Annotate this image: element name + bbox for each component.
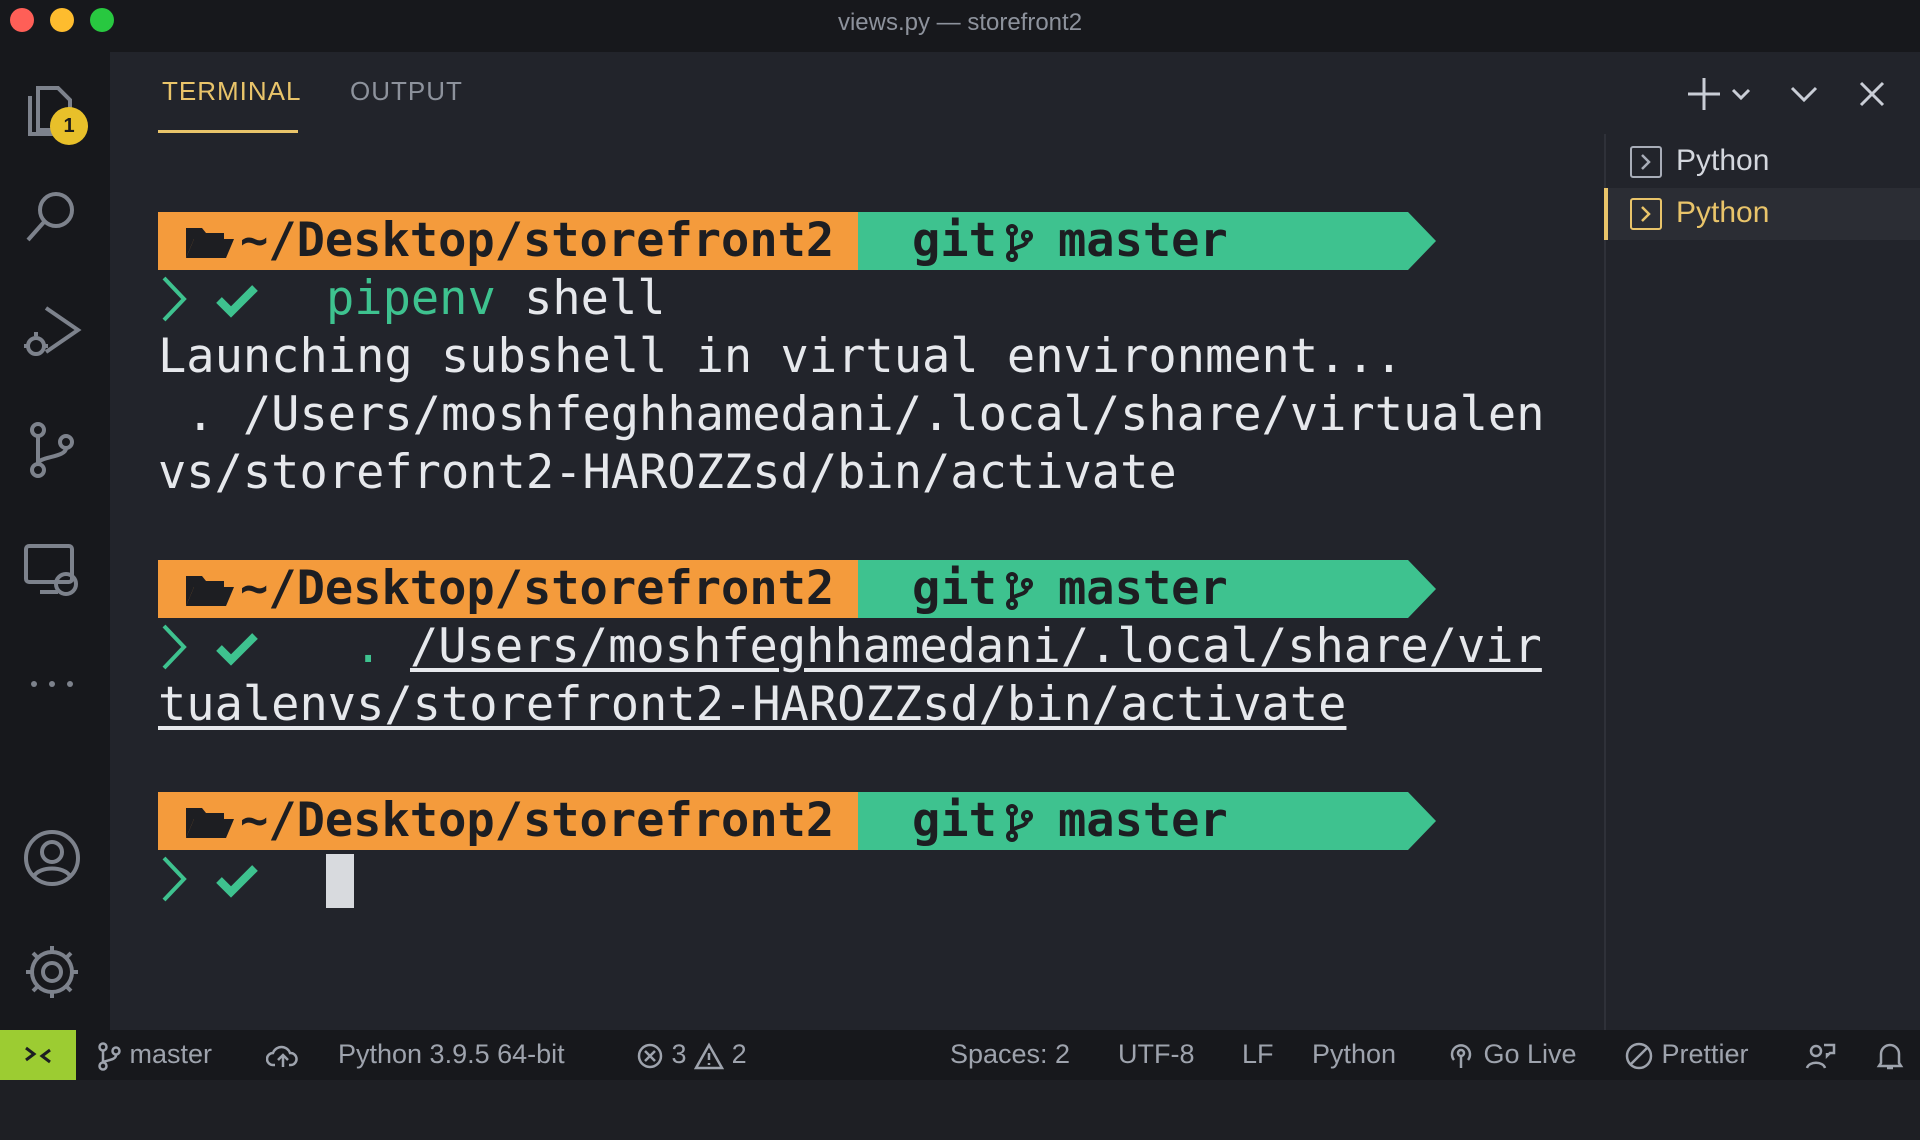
prompt-chevron-icon xyxy=(162,276,187,322)
error-icon xyxy=(637,1043,663,1069)
more-icon[interactable] xyxy=(20,652,84,716)
terminal-icon xyxy=(1630,146,1662,178)
git-label: git xyxy=(912,793,997,848)
prompt-git-segment: git master xyxy=(858,560,1436,618)
status-branch-label: master xyxy=(129,1039,213,1069)
sync-cloud-icon[interactable] xyxy=(265,1039,300,1071)
command-line: pipenv shell xyxy=(158,270,666,328)
run-debug-icon[interactable] xyxy=(20,300,84,364)
status-bar: master Python 3.9.5 64-bit 3 2 Spaces: 2… xyxy=(0,1030,1920,1080)
git-branch: master xyxy=(1058,561,1228,616)
broadcast-icon xyxy=(1450,1044,1472,1068)
status-language[interactable]: Python xyxy=(1312,1039,1396,1070)
remote-explorer-icon[interactable] xyxy=(20,538,84,602)
prompt-path: ~/Desktop/storefront2 xyxy=(240,561,835,616)
terminal-list: Python Python xyxy=(1604,134,1920,1030)
terminal-profile-chevron-down-icon[interactable] xyxy=(1726,70,1756,118)
window-title: views.py — storefront2 xyxy=(837,9,1083,36)
terminal-list-item-active[interactable]: Python xyxy=(1604,188,1920,240)
prompt-path-segment: ~/Desktop/storefront2 xyxy=(158,212,886,270)
command-line: . /Users/moshfeghhamedani/.local/share/v… xyxy=(158,618,1542,676)
active-tab-indicator xyxy=(158,130,298,133)
tab-terminal[interactable]: TERMINAL xyxy=(162,76,301,107)
settings-gear-icon[interactable] xyxy=(20,940,84,1004)
status-branch[interactable]: master xyxy=(96,1039,212,1071)
remote-button[interactable] xyxy=(0,1030,76,1080)
output-line: vs/storefront2-HAROZZsd/bin/activate xyxy=(158,445,1177,500)
go-live-label: Go Live xyxy=(1483,1039,1577,1069)
status-problems[interactable]: 3 2 xyxy=(636,1039,747,1070)
folder-open-icon xyxy=(186,808,234,838)
git-label: git xyxy=(912,213,997,268)
git-branch-icon xyxy=(1006,804,1033,842)
prompt-chevron-icon xyxy=(162,856,187,902)
prettier-blocked-icon xyxy=(1625,1042,1653,1070)
title-bar: views.py — storefront2 xyxy=(0,0,1920,52)
close-panel-icon[interactable] xyxy=(1848,70,1896,118)
prettier-label: Prettier xyxy=(1661,1039,1749,1069)
folder-open-icon xyxy=(186,228,234,258)
status-go-live[interactable]: Go Live xyxy=(1446,1039,1577,1071)
prompt-path: ~/Desktop/storefront2 xyxy=(240,793,835,848)
warning-count: 2 xyxy=(731,1039,747,1069)
activity-bar: 1 xyxy=(0,52,110,1030)
accounts-icon[interactable] xyxy=(20,826,84,890)
git-branch-icon xyxy=(98,1042,121,1071)
prompt-git-segment: git master xyxy=(858,212,1436,270)
git-branch-icon xyxy=(1006,572,1033,610)
success-check-icon xyxy=(216,633,258,666)
error-count: 3 xyxy=(671,1039,687,1069)
folder-open-icon xyxy=(186,576,234,606)
terminal-icon xyxy=(1630,198,1662,230)
new-terminal-plus-icon[interactable] xyxy=(1680,70,1728,118)
command-args: shell xyxy=(495,271,666,326)
status-prettier[interactable]: Prettier xyxy=(1624,1039,1749,1071)
terminal-list-item[interactable]: Python xyxy=(1606,136,1920,188)
remote-icon xyxy=(25,1046,51,1064)
tab-output[interactable]: OUTPUT xyxy=(350,76,463,107)
prompt-line: ~/Desktop/storefront2 git master xyxy=(158,560,1438,618)
output-line: Launching subshell in virtual environmen… xyxy=(158,329,1404,384)
git-branch: master xyxy=(1058,793,1228,848)
activate-path-link[interactable]: /Users/moshfeghhamedani/.local/share/vir xyxy=(410,618,1542,676)
warning-icon xyxy=(693,1042,725,1070)
prompt-line: ~/Desktop/storefront2 git master xyxy=(158,792,1438,850)
command-line xyxy=(158,850,558,908)
output-line: . /Users/moshfeghhamedani/.local/share/v… xyxy=(158,387,1545,442)
activate-path-link[interactable]: tualenvs/storefront2-HAROZZsd/bin/activa… xyxy=(158,676,1346,734)
terminal-cursor[interactable] xyxy=(326,854,354,908)
panel-actions xyxy=(1680,70,1920,120)
git-branch-icon xyxy=(1006,224,1033,262)
status-python-interpreter[interactable]: Python 3.9.5 64-bit xyxy=(338,1039,565,1070)
prompt-path: ~/Desktop/storefront2 xyxy=(240,213,835,268)
maximize-panel-chevron-down-icon[interactable] xyxy=(1780,70,1828,118)
status-spaces[interactable]: Spaces: 2 xyxy=(950,1039,1070,1070)
success-check-icon xyxy=(216,865,258,898)
active-terminal-indicator xyxy=(1604,188,1608,240)
prompt-git-segment: git master xyxy=(858,792,1436,850)
git-label: git xyxy=(912,561,997,616)
notifications-bell-icon[interactable] xyxy=(1876,1039,1904,1071)
source-control-icon[interactable] xyxy=(20,418,84,482)
command-name: pipenv xyxy=(326,271,496,326)
prompt-line: ~/Desktop/storefront2 git master xyxy=(158,212,1438,270)
terminal-list-label: Python xyxy=(1676,196,1770,229)
prompt-chevron-icon xyxy=(162,624,187,670)
prompt-path-segment: ~/Desktop/storefront2 xyxy=(158,560,886,618)
prompt-path-segment: ~/Desktop/storefront2 xyxy=(158,792,886,850)
status-encoding[interactable]: UTF-8 xyxy=(1118,1039,1195,1070)
terminal-list-label: Python xyxy=(1676,144,1770,177)
success-check-icon xyxy=(216,285,258,318)
status-eol[interactable]: LF xyxy=(1242,1039,1274,1070)
search-icon[interactable] xyxy=(20,184,84,248)
feedback-icon[interactable] xyxy=(1804,1039,1836,1071)
git-branch: master xyxy=(1058,213,1228,268)
explorer-badge: 1 xyxy=(50,107,88,145)
source-dot: . xyxy=(354,619,383,674)
